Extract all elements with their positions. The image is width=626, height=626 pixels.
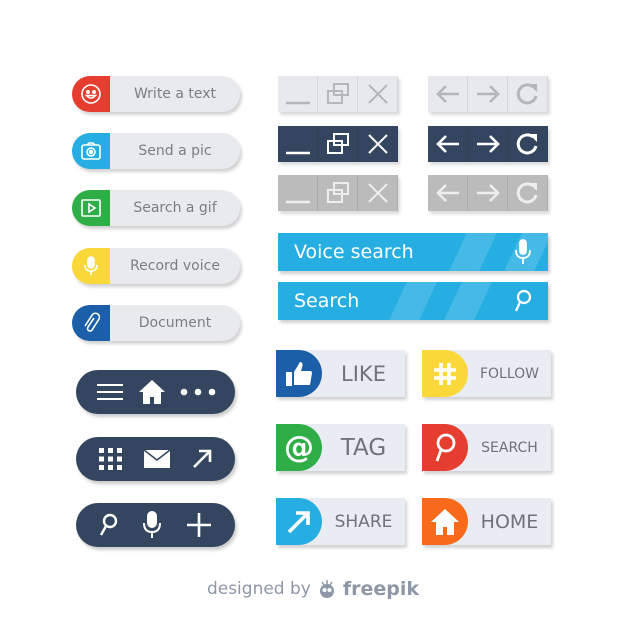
restore-icon xyxy=(326,83,349,104)
refresh-icon xyxy=(516,132,537,154)
minimize-button[interactable] xyxy=(278,125,318,162)
arrow-left-button[interactable] xyxy=(428,175,468,211)
search-icon xyxy=(422,424,468,471)
arrow-right-icon xyxy=(476,134,500,153)
search-gif-button[interactable]: Search a gif xyxy=(72,190,240,226)
nav-controls-light xyxy=(428,76,548,112)
pill-label: Record voice xyxy=(130,258,220,274)
pill-label: Document xyxy=(138,315,212,331)
thumbs-up-icon xyxy=(276,350,322,397)
minimize-icon xyxy=(285,200,310,204)
home-button[interactable]: HOME xyxy=(422,498,551,545)
arrow-right-icon xyxy=(476,184,500,202)
play-icon xyxy=(72,190,110,226)
voice-search-bar[interactable]: Voice search xyxy=(278,233,548,271)
arrow-right-button[interactable] xyxy=(468,175,508,211)
home-icon[interactable] xyxy=(138,379,166,405)
minimize-icon xyxy=(285,151,310,154)
camera-icon xyxy=(72,133,110,169)
freepik-logo-icon xyxy=(319,580,334,598)
restore-button[interactable] xyxy=(318,76,358,112)
footer-prefix: designed by xyxy=(206,579,311,599)
minimize-icon xyxy=(285,101,310,105)
nav-controls-dark xyxy=(428,125,548,162)
microphone-icon xyxy=(72,248,110,284)
search-label: Search xyxy=(294,290,360,312)
smiley-icon xyxy=(72,76,110,112)
tag-button[interactable]: @ TAG xyxy=(276,424,405,471)
send-pic-button[interactable]: Send a pic xyxy=(72,133,240,169)
document-button[interactable]: Document xyxy=(72,305,240,341)
arrow-left-button[interactable] xyxy=(428,76,468,112)
write-text-button[interactable]: Write a text xyxy=(72,76,240,112)
arrow-right-button[interactable] xyxy=(468,125,508,162)
icon-pill-tools xyxy=(76,503,235,547)
restore-button[interactable] xyxy=(318,125,358,162)
grid-icon[interactable] xyxy=(98,447,124,471)
arrow-left-icon xyxy=(435,184,459,202)
home-icon xyxy=(422,498,468,545)
social-label: SEARCH xyxy=(481,439,538,456)
icon-pill-nav xyxy=(76,370,235,414)
nav-controls-gray xyxy=(428,175,548,211)
arrow-right-icon xyxy=(476,85,500,103)
window-controls-gray xyxy=(278,175,398,211)
refresh-button[interactable] xyxy=(508,175,548,211)
hashtag-icon xyxy=(422,350,468,397)
search-button[interactable]: SEARCH xyxy=(422,424,551,471)
footer-brand: freepik xyxy=(342,578,420,600)
arrow-right-button[interactable] xyxy=(468,76,508,112)
arrow-left-button[interactable] xyxy=(428,125,468,162)
search-bar[interactable]: Search xyxy=(278,282,548,320)
restore-icon xyxy=(326,182,349,203)
mail-icon[interactable] xyxy=(143,449,171,469)
microphone-icon[interactable] xyxy=(141,511,163,539)
minimize-button[interactable] xyxy=(278,76,318,112)
minimize-button[interactable] xyxy=(278,175,318,211)
like-button[interactable]: LIKE xyxy=(276,350,405,397)
arrow-left-icon xyxy=(435,134,459,153)
arrow-left-icon xyxy=(435,85,459,103)
window-controls-dark xyxy=(278,125,398,162)
pill-label: Search a gif xyxy=(133,200,217,216)
arrow-up-right-icon xyxy=(276,498,322,545)
plus-icon[interactable] xyxy=(186,512,212,538)
restore-button[interactable] xyxy=(318,175,358,211)
close-button[interactable] xyxy=(358,125,398,162)
microphone-icon[interactable] xyxy=(514,239,532,265)
icon-pill-apps xyxy=(76,437,235,481)
close-icon xyxy=(367,133,388,154)
paperclip-icon xyxy=(72,305,110,341)
arrow-up-right-icon[interactable] xyxy=(191,448,213,470)
close-button[interactable] xyxy=(358,76,398,112)
more-icon[interactable] xyxy=(180,388,216,396)
refresh-button[interactable] xyxy=(508,76,548,112)
refresh-icon xyxy=(516,83,537,105)
search-icon[interactable] xyxy=(514,289,532,313)
search-icon[interactable] xyxy=(99,513,119,537)
social-label: HOME xyxy=(480,510,539,533)
record-voice-button[interactable]: Record voice xyxy=(72,248,240,284)
restore-icon xyxy=(326,132,349,154)
at-icon: @ xyxy=(276,424,322,471)
refresh-icon xyxy=(516,182,537,204)
close-icon xyxy=(367,84,388,104)
share-button[interactable]: SHARE xyxy=(276,498,405,545)
social-label: TAG xyxy=(340,434,387,461)
follow-button[interactable]: FOLLOW xyxy=(422,350,551,397)
pill-label: Write a text xyxy=(133,86,217,102)
social-label: SHARE xyxy=(334,511,393,532)
pill-label: Send a pic xyxy=(138,143,212,159)
voice-search-label: Voice search xyxy=(294,241,414,263)
menu-icon[interactable] xyxy=(95,381,125,403)
footer-credit: designed by freepik xyxy=(0,578,626,600)
social-label: FOLLOW xyxy=(479,365,540,382)
refresh-button[interactable] xyxy=(508,125,548,162)
close-icon xyxy=(367,183,388,203)
social-label: LIKE xyxy=(341,361,386,386)
window-controls-light xyxy=(278,76,398,112)
close-button[interactable] xyxy=(358,175,398,211)
